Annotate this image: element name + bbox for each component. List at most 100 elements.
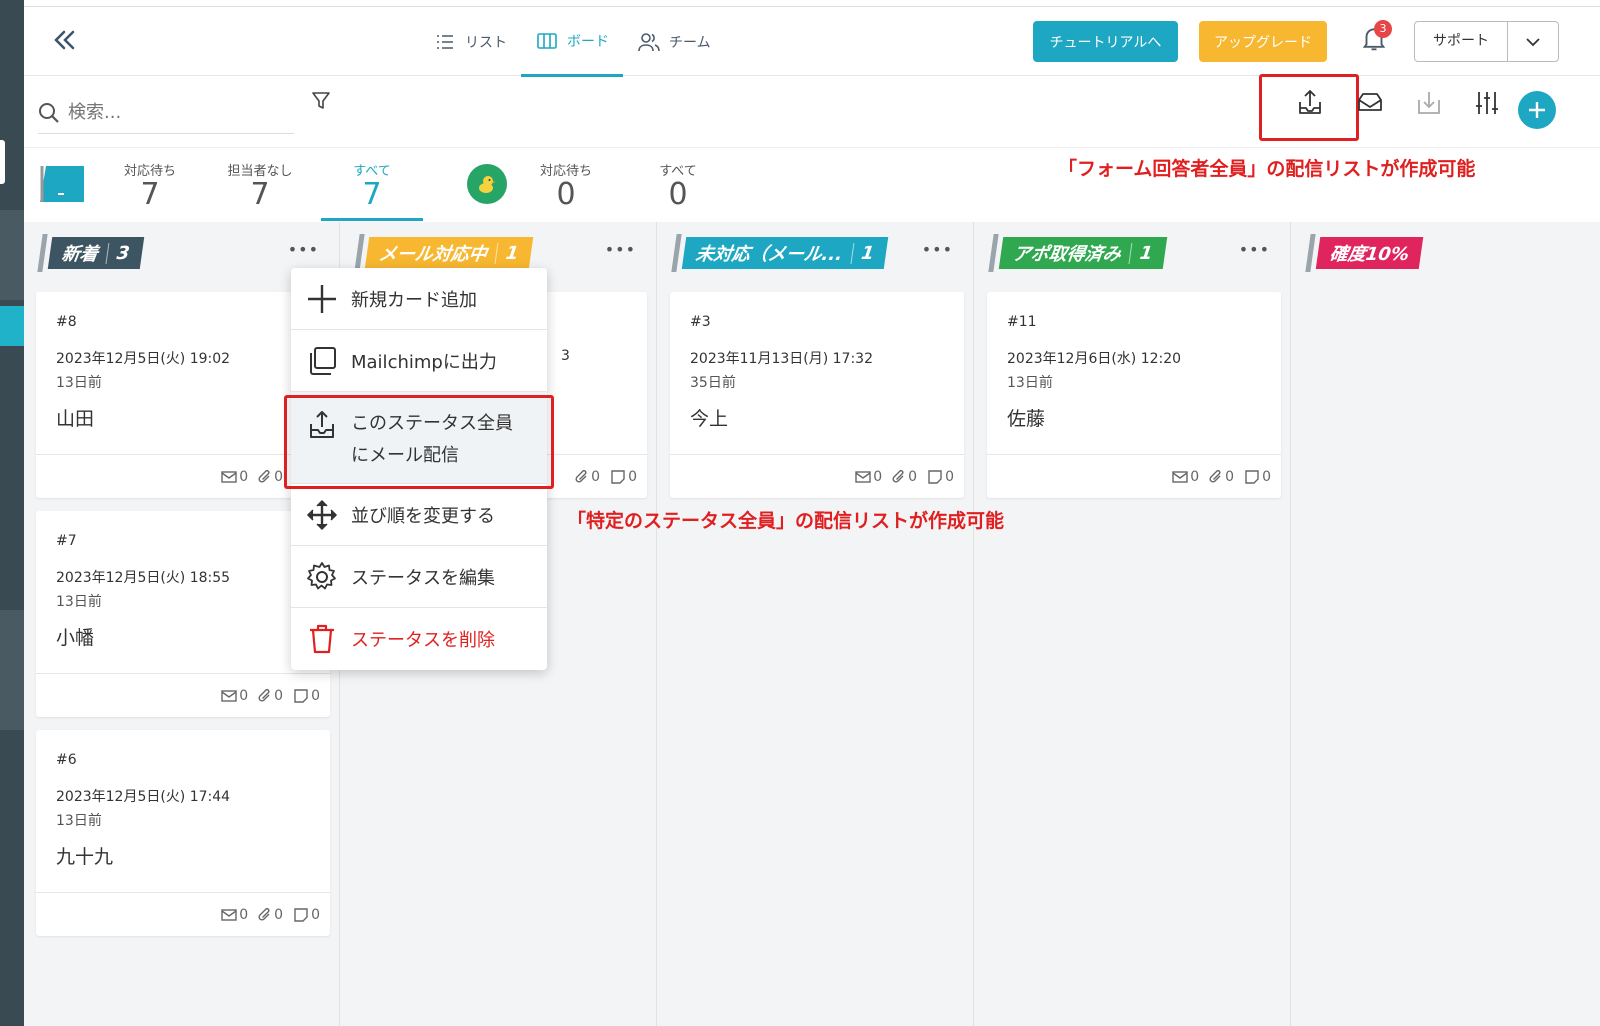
upgrade-button[interactable]: アップグレード xyxy=(1199,21,1327,62)
stat-unassigned[interactable]: 担当者なし 7 xyxy=(222,160,298,211)
column-more-icon[interactable]: ••• xyxy=(922,240,953,259)
column-chip: 新着 3 xyxy=(47,237,144,269)
column-chip: アポ取得済み 1 xyxy=(998,237,1167,269)
stat-user-all[interactable]: すべて 0 xyxy=(650,160,706,211)
attach-count: 0 xyxy=(591,468,601,485)
attach-count: 0 xyxy=(274,687,284,704)
note-count: 0 xyxy=(1262,468,1271,485)
menu-item-add-card[interactable]: 新規カード追加 xyxy=(291,268,547,330)
tab-list[interactable]: リスト xyxy=(419,7,521,77)
card-name: 小幡 xyxy=(56,627,95,649)
sliders-icon[interactable] xyxy=(1472,88,1502,118)
column-header[interactable]: 新着 3 xyxy=(37,234,144,272)
column-chip: 確度10% xyxy=(1315,237,1424,269)
download-icon[interactable] xyxy=(1414,88,1444,118)
paperclip-icon xyxy=(258,469,270,483)
rail-segment xyxy=(0,610,24,730)
card-date: 2023年12月5日(火) 19:02 xyxy=(56,351,231,367)
attach-count: 0 xyxy=(908,468,918,485)
paperclip-icon xyxy=(575,469,587,483)
menu-item-reorder[interactable]: 並び順を変更する xyxy=(291,484,547,546)
attach-count: 0 xyxy=(274,468,284,485)
card[interactable]: #3 2023年11月13日(月) 17:32 35日前 今上 0 0 0 xyxy=(670,292,964,498)
card-name: 佐藤 xyxy=(1007,408,1046,430)
card-footer: 0 0 0 xyxy=(987,454,1281,498)
card[interactable]: #7 2023年12月5日(火) 18:55 13日前 小幡 0 0 0 xyxy=(36,511,330,717)
card-id: #7 xyxy=(56,533,77,549)
tab-team[interactable]: チーム xyxy=(623,7,725,77)
inbox-icon[interactable] xyxy=(1355,88,1385,118)
menu-item-edit-status[interactable]: ステータスを編集 xyxy=(291,546,547,608)
card-ago: 13日前 xyxy=(56,375,102,391)
column-header[interactable]: 確度10% xyxy=(1305,234,1424,272)
card-date: 3 xyxy=(561,348,570,364)
tutorial-button[interactable]: チュートリアルへ xyxy=(1033,21,1178,62)
bird-icon xyxy=(479,176,496,193)
stat-value: 0 xyxy=(556,177,576,212)
menu-item-label: 並び順を変更する xyxy=(351,505,495,527)
menu-item-label: 新規カード追加 xyxy=(351,289,477,311)
kanban-board: 新着 3 ••• #8 2023年12月5日(火) 19:02 13日前 山田 … xyxy=(24,222,1600,1026)
stats-bar: 対応待ち 7 担当者なし 7 すべて 7 対応待ち 0 すべて 0 xyxy=(24,148,744,222)
column-more-icon[interactable]: ••• xyxy=(1239,240,1270,259)
card-footer: 0 0 0 xyxy=(36,673,330,717)
stat-waiting[interactable]: 対応待ち 7 xyxy=(120,160,180,211)
card-name: 山田 xyxy=(56,408,95,430)
notification-bell[interactable]: 3 xyxy=(1359,20,1393,57)
top-bar: リスト ボード チーム チュートリアルへ アップグレード 3 サポート xyxy=(24,6,1600,77)
column-title: 確度10% xyxy=(1328,244,1411,265)
paperclip-icon xyxy=(892,469,904,483)
column-header[interactable]: メール対応中 1 xyxy=(354,234,533,272)
column-chip: 未対応（メール... 1 xyxy=(681,237,889,269)
annotation-menu: 「特定のステータス全員」の配信リストが作成可能 xyxy=(567,510,1005,532)
menu-item-mailchimp[interactable]: Mailchimpに出力 xyxy=(291,330,547,392)
rail-item[interactable] xyxy=(0,140,5,184)
copy-icon xyxy=(310,346,336,375)
column-more-icon[interactable]: ••• xyxy=(605,240,636,259)
left-rail xyxy=(0,0,24,1026)
stat-active-underline xyxy=(321,218,423,221)
export-icon[interactable] xyxy=(1295,88,1325,118)
gear-icon xyxy=(307,561,336,589)
user-avatar[interactable] xyxy=(467,164,507,204)
mail-icon xyxy=(221,689,237,702)
stat-user-waiting[interactable]: 対応待ち 0 xyxy=(536,160,596,211)
support-label: サポート xyxy=(1415,22,1508,61)
menu-item-delete-status[interactable]: ステータスを削除 xyxy=(291,608,547,670)
card-date: 2023年12月6日(水) 12:20 xyxy=(1007,351,1182,367)
notification-badge: 3 xyxy=(1374,20,1392,38)
mail-icon xyxy=(855,470,871,483)
note-icon xyxy=(294,688,308,703)
mail-count: 0 xyxy=(1190,468,1200,485)
column-more-icon[interactable]: ••• xyxy=(288,240,319,259)
team-avatar-icon[interactable] xyxy=(40,164,84,202)
stat-all[interactable]: すべて 7 xyxy=(341,160,403,211)
tab-board[interactable]: ボード xyxy=(521,7,623,77)
stat-value: 7 xyxy=(250,177,270,212)
team-icon xyxy=(638,33,660,52)
plus-icon xyxy=(1529,102,1545,118)
chevron-down-icon[interactable] xyxy=(1508,22,1558,61)
stat-value: 7 xyxy=(362,177,382,212)
column-appointment: アポ取得済み 1 ••• #11 2023年12月6日(水) 12:20 13日… xyxy=(975,222,1291,1026)
rail-item-active[interactable] xyxy=(0,306,24,346)
tab-label: チーム xyxy=(669,35,711,51)
note-icon xyxy=(1245,469,1259,484)
card[interactable]: #11 2023年12月6日(水) 12:20 13日前 佐藤 0 0 0 xyxy=(987,292,1281,498)
filter-icon[interactable] xyxy=(310,90,332,116)
column-header[interactable]: 未対応（メール... 1 xyxy=(671,234,889,272)
menu-item-label: ステータスを削除 xyxy=(351,630,495,651)
support-dropdown[interactable]: サポート xyxy=(1414,21,1559,62)
double-chevron-left-icon[interactable] xyxy=(50,25,80,55)
column-title: 未対応（メール... xyxy=(694,244,844,265)
search-input[interactable] xyxy=(68,102,268,123)
card-id: #3 xyxy=(690,314,711,330)
stat-value: 7 xyxy=(140,177,160,212)
column-header[interactable]: アポ取得済み 1 xyxy=(988,234,1167,272)
search-icon xyxy=(39,102,59,123)
board-icon xyxy=(537,32,557,49)
card[interactable]: #6 2023年12月5日(火) 17:44 13日前 九十九 0 0 0 xyxy=(36,730,330,936)
add-button[interactable] xyxy=(1518,91,1556,129)
card-name: 今上 xyxy=(690,408,729,430)
card-date: 2023年12月5日(火) 18:55 xyxy=(56,570,231,586)
